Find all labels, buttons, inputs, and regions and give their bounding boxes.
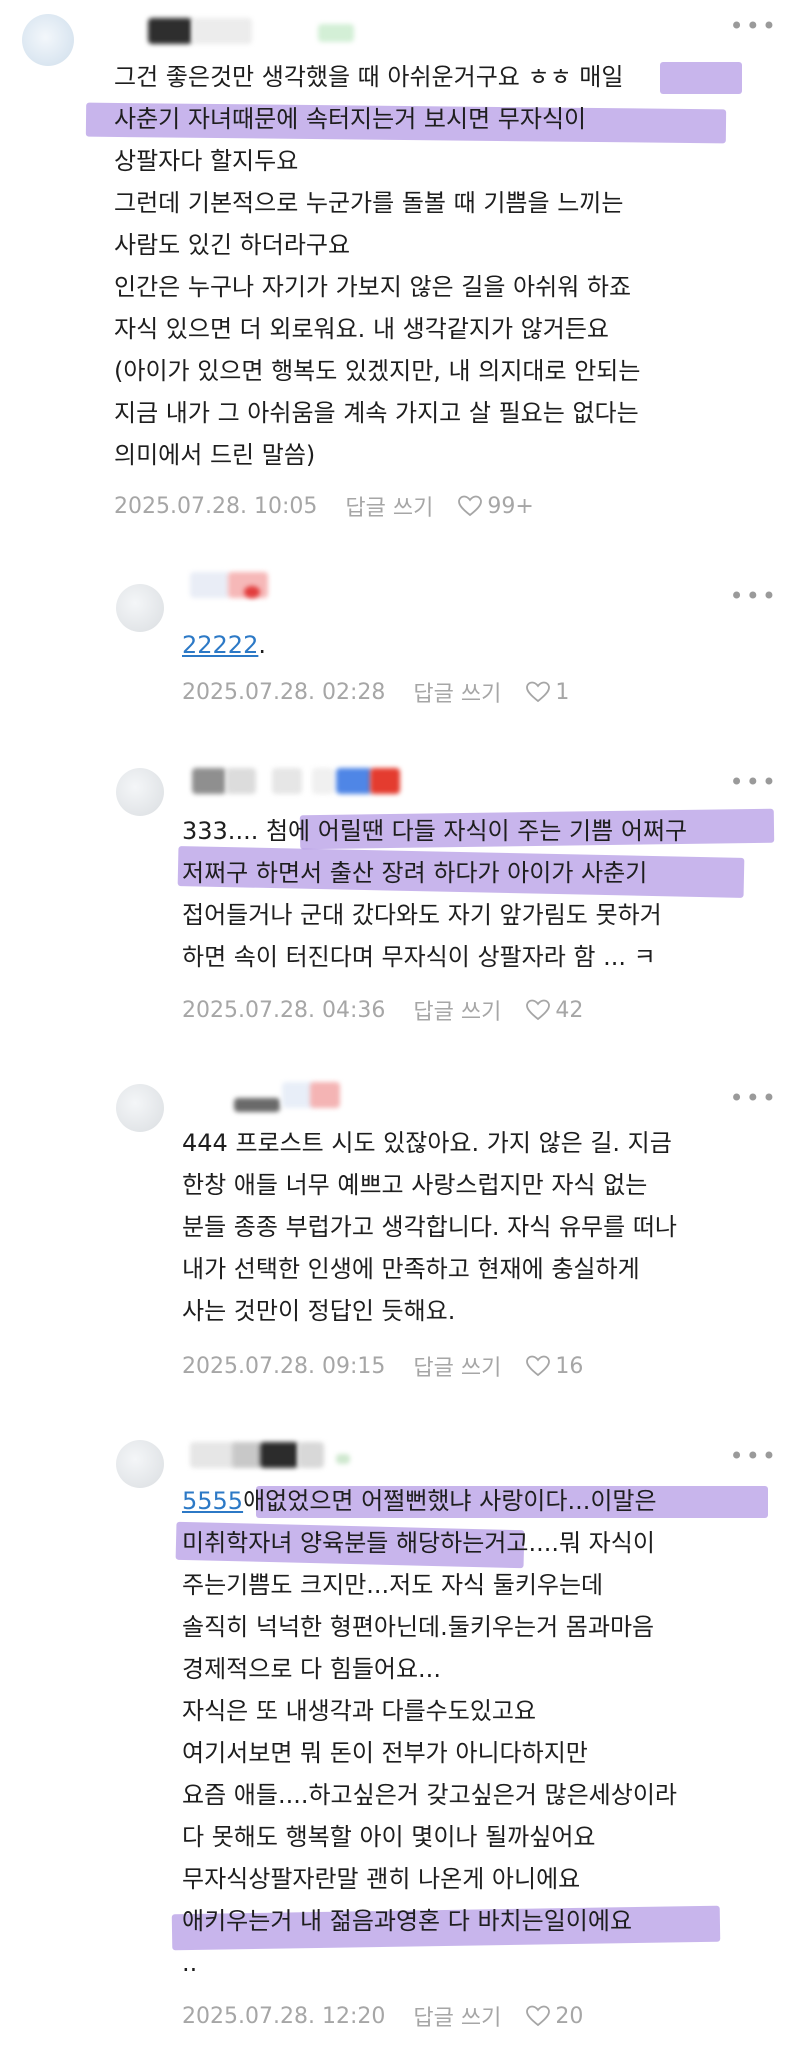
comment-line: 333.... 첨에 어릴땐 다들 자식이 주는 기쁨 어쩌구 bbox=[182, 817, 688, 845]
like-count: 99+ bbox=[487, 493, 534, 519]
comment-line: 의미에서 드린 말씀) bbox=[114, 441, 316, 469]
reply-button[interactable]: 답글 쓰기 bbox=[413, 676, 501, 708]
comment-line: 그건 좋은것만 생각했을 때 아쉬운거구요 ㅎㅎ 매일 bbox=[114, 63, 624, 91]
comment-date: 2025.07.28. 04:36 bbox=[182, 997, 386, 1023]
mention-link[interactable]: 5555 bbox=[182, 1487, 243, 1515]
comment-line: 솔직히 넉넉한 형편아닌데.둘키우는거 몸과마음 bbox=[182, 1613, 655, 1641]
comment-line: 미취학자녀 양육분들 해당하는거고....뭐 자식이 bbox=[182, 1529, 655, 1557]
avatar[interactable] bbox=[116, 1084, 164, 1132]
comment-body: 22222. bbox=[182, 624, 266, 666]
comment-line: 하면 속이 터진다며 무자식이 상팔자라 함 ... ㅋ bbox=[182, 943, 656, 971]
author-name[interactable] bbox=[192, 768, 402, 794]
reply-button[interactable]: 답글 쓰기 bbox=[413, 994, 501, 1026]
comment-line: 상팔자다 할지두요 bbox=[114, 147, 299, 175]
comment-meta: 2025.07.28. 09:15 답글 쓰기 16 bbox=[182, 1350, 583, 1382]
reply-button[interactable]: 답글 쓰기 bbox=[413, 1350, 501, 1382]
avatar[interactable] bbox=[116, 584, 164, 632]
like-button[interactable]: 42 bbox=[525, 998, 583, 1023]
more-options-icon[interactable]: ••• bbox=[730, 584, 778, 608]
comment-meta: 2025.07.28. 02:28 답글 쓰기 1 bbox=[182, 676, 569, 708]
like-count: 16 bbox=[555, 1353, 584, 1379]
comment-line: 사춘기 자녀때문에 속터지는거 보시면 무자식이 bbox=[114, 105, 587, 133]
comment-date: 2025.07.28. 09:15 bbox=[182, 1353, 386, 1379]
comment-line: 무자식상팔자란말 괜히 나온게 아니에요 bbox=[182, 1865, 581, 1893]
like-button[interactable]: 1 bbox=[525, 680, 569, 705]
comment-date: 2025.07.28. 10:05 bbox=[114, 493, 318, 519]
comment-line: 지금 내가 그 아쉬움을 계속 가지고 살 필요는 없다는 bbox=[114, 399, 639, 427]
comment-line: (아이가 있으면 행복도 있겠지만, 내 의지대로 안되는 bbox=[114, 357, 641, 385]
comment-line: 요즘 애들....하고싶은거 갖고싶은거 많은세상이라 bbox=[182, 1781, 678, 1809]
author-name[interactable] bbox=[184, 1082, 344, 1112]
reply-button[interactable]: 답글 쓰기 bbox=[413, 2000, 501, 2032]
comment-line: 자식 있으면 더 외로워요. 내 생각같지가 않거든요 bbox=[114, 315, 610, 343]
like-count: 1 bbox=[555, 679, 570, 705]
comment-line: 그런데 기본적으로 누군가를 돌볼 때 기쁨을 느끼는 bbox=[114, 189, 624, 217]
heart-outline-icon bbox=[526, 681, 551, 703]
comment-meta: 2025.07.28. 12:20 답글 쓰기 20 bbox=[182, 2000, 583, 2032]
comment-line: 사람도 있긴 하더라구요 bbox=[114, 231, 351, 259]
avatar[interactable] bbox=[22, 14, 74, 66]
more-options-icon[interactable]: ••• bbox=[730, 1444, 778, 1468]
comment-line: .. bbox=[182, 1949, 198, 1977]
more-options-icon[interactable]: ••• bbox=[730, 14, 778, 38]
comment-body: 5555애없었으면 어쩔뻔했냐 사랑이다...이말은 미취학자녀 양육분들 해당… bbox=[182, 1480, 677, 1984]
comment-line: 주는기쁨도 크지만...저도 자식 둘키우는데 bbox=[182, 1571, 604, 1599]
comment-line: 사는 것만이 정답인 듯해요. bbox=[182, 1297, 456, 1325]
comment-line: 444 프로스트 시도 있잖아요. 가지 않은 길. 지금 bbox=[182, 1129, 672, 1157]
comment-line: 한창 애들 너무 예쁘고 사랑스럽지만 자식 없는 bbox=[182, 1171, 648, 1199]
comment-line: 경제적으로 다 힘들어요... bbox=[182, 1655, 441, 1683]
comment-line: . bbox=[258, 631, 266, 659]
comment-meta: 2025.07.28. 04:36 답글 쓰기 42 bbox=[182, 994, 583, 1026]
comment-line: 내가 선택한 인생에 만족하고 현재에 충실하게 bbox=[182, 1255, 640, 1283]
comment-line: 다 못해도 행복할 아이 몇이나 될까싶어요 bbox=[182, 1823, 596, 1851]
avatar[interactable] bbox=[116, 768, 164, 816]
comment-body: 그건 좋은것만 생각했을 때 아쉬운거구요 ㅎㅎ 매일 사춘기 자녀때문에 속터… bbox=[114, 56, 640, 476]
comment-line: 자식은 또 내생각과 다를수도있고요 bbox=[182, 1697, 537, 1725]
reply-button[interactable]: 답글 쓰기 bbox=[345, 490, 433, 522]
comment-line: 접어들거나 군대 갔다와도 자기 앞가림도 못하거 bbox=[182, 901, 662, 929]
comment-body: 333.... 첨에 어릴땐 다들 자식이 주는 기쁨 어쩌구 저쩌구 하면서 … bbox=[182, 810, 687, 978]
comment-body: 444 프로스트 시도 있잖아요. 가지 않은 길. 지금 한창 애들 너무 예… bbox=[182, 1122, 677, 1332]
comment-line: 인간은 누구나 자기가 가보지 않은 길을 아쉬워 하죠 bbox=[114, 273, 632, 301]
heart-outline-icon bbox=[526, 1355, 551, 1377]
avatar[interactable] bbox=[116, 1440, 164, 1488]
comment-date: 2025.07.28. 12:20 bbox=[182, 2003, 386, 2029]
author-name[interactable] bbox=[148, 18, 354, 44]
highlight-mark bbox=[660, 62, 742, 94]
author-name[interactable] bbox=[190, 572, 280, 598]
author-name[interactable] bbox=[190, 1442, 370, 1468]
comment-line: 저쩌구 하면서 출산 장려 하다가 아이가 사춘기 bbox=[182, 859, 648, 887]
mention-link[interactable]: 22222 bbox=[182, 631, 258, 659]
like-button[interactable]: 16 bbox=[525, 1354, 583, 1379]
heart-outline-icon bbox=[458, 495, 483, 517]
more-options-icon[interactable]: ••• bbox=[730, 1086, 778, 1110]
like-count: 20 bbox=[555, 2003, 584, 2029]
comment-meta: 2025.07.28. 10:05 답글 쓰기 99+ bbox=[114, 490, 534, 522]
comment-line: 분들 종종 부럽가고 생각합니다. 자식 유무를 떠나 bbox=[182, 1213, 678, 1241]
like-count: 42 bbox=[555, 997, 584, 1023]
heart-outline-icon bbox=[526, 999, 551, 1021]
like-button[interactable]: 20 bbox=[525, 2004, 583, 2029]
heart-outline-icon bbox=[526, 2005, 551, 2027]
more-options-icon[interactable]: ••• bbox=[730, 770, 778, 794]
comment-line: 애키우는거 내 젊음과영혼 다 바치는일이에요 bbox=[182, 1907, 633, 1935]
like-button[interactable]: 99+ bbox=[457, 493, 534, 519]
comment-date: 2025.07.28. 02:28 bbox=[182, 679, 386, 705]
comment-line: 애없었으면 어쩔뻔했냐 사랑이다...이말은 bbox=[243, 1487, 657, 1515]
comment-line: 여기서보면 뭐 돈이 전부가 아니다하지만 bbox=[182, 1739, 588, 1767]
